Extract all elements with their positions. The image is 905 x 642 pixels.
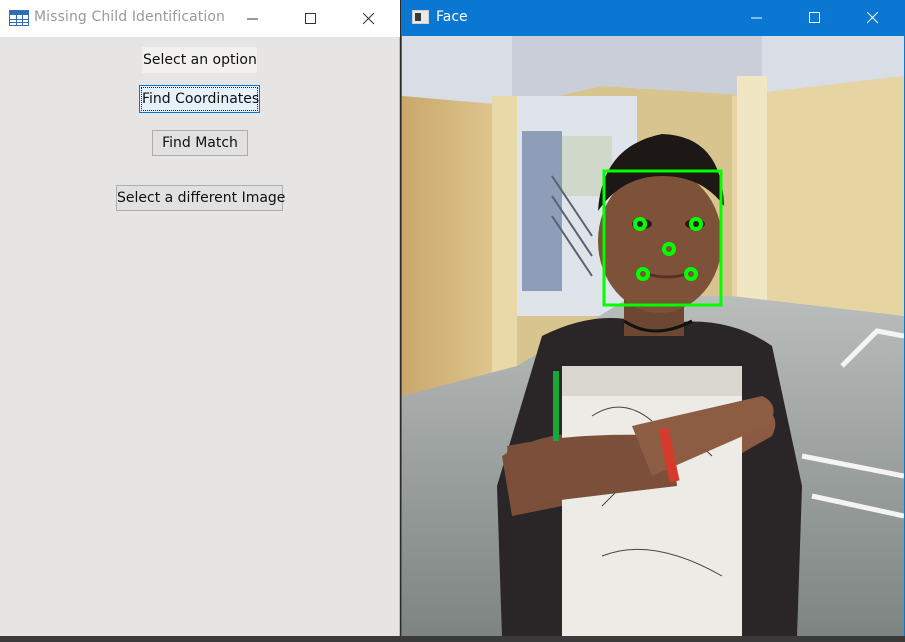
minimize-icon bbox=[751, 17, 762, 19]
taskbar-edge bbox=[0, 636, 905, 642]
close-button[interactable] bbox=[346, 0, 392, 37]
select-different-image-button[interactable]: Select a different Image bbox=[116, 185, 285, 211]
minimize-button[interactable] bbox=[230, 0, 276, 37]
select-option-label: Select an option bbox=[142, 47, 257, 73]
face-close-button[interactable] bbox=[850, 0, 896, 36]
face-window-title: Face bbox=[436, 9, 468, 25]
maximize-icon bbox=[305, 12, 316, 24]
close-icon bbox=[867, 12, 879, 24]
find-match-button[interactable]: Find Match bbox=[152, 130, 248, 156]
window-title: Missing Child Identification bbox=[34, 9, 226, 25]
main-window: Missing Child Identification Select an o… bbox=[0, 0, 400, 642]
minimize-icon bbox=[247, 18, 258, 19]
title-bar[interactable]: Missing Child Identification bbox=[0, 0, 400, 37]
table-icon bbox=[9, 10, 29, 26]
maximize-button[interactable] bbox=[288, 0, 334, 37]
face-window: Face bbox=[401, 0, 905, 642]
face-minimize-button[interactable] bbox=[734, 0, 780, 36]
face-photo bbox=[402, 36, 904, 637]
close-icon bbox=[363, 12, 375, 24]
find-coordinates-button[interactable]: Find Coordinates bbox=[139, 85, 260, 113]
find-coordinates-label: Find Coordinates bbox=[141, 87, 259, 111]
maximize-icon bbox=[809, 12, 820, 23]
image-window-icon bbox=[412, 10, 429, 24]
face-title-bar[interactable]: Face bbox=[401, 0, 905, 36]
photo-canvas bbox=[402, 36, 904, 637]
face-maximize-button[interactable] bbox=[792, 0, 838, 36]
